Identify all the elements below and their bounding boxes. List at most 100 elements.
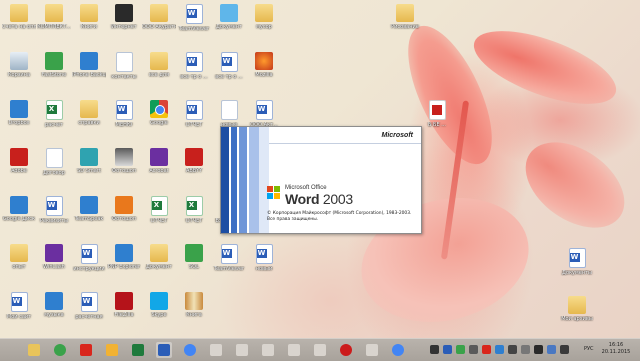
language-indicator[interactable]: РУС [584,346,594,352]
tray-icon[interactable] [560,345,569,354]
desktop-icon[interactable]: Книги [72,4,106,40]
desktop-icon[interactable]: Интернет [107,4,141,40]
desktop-icon[interactable]: Документ [212,4,246,40]
desktop-icon[interactable]: инструкции [72,244,106,280]
desktop-icon[interactable]: Рисование [388,4,422,40]
desktop-icon[interactable]: TeamViewer [177,4,211,40]
desktop-icon[interactable]: SQL [177,244,211,280]
desktop-icon[interactable]: МЕНЮ [107,100,141,136]
desktop-icon-label: Мой сайт [6,314,32,320]
desktop-icon[interactable]: справки [72,100,106,136]
dark-icon [115,4,133,22]
desktop-icon-label: Мои архивы [561,316,593,322]
word-icon [115,100,133,120]
tray-icon[interactable] [534,345,543,354]
desktop-icon[interactable]: музыка [37,292,71,328]
desktop-icon[interactable]: все тр о ... [177,52,211,88]
desktop-icon[interactable]: iPhone Backup [72,52,106,88]
desktop-icon[interactable]: FileZilla [107,292,141,328]
taskbar-button[interactable] [130,342,146,358]
tray-icon[interactable] [482,345,491,354]
tray-icon[interactable] [443,345,452,354]
taskbar-button[interactable] [234,342,250,358]
desktop-icon[interactable]: расчетная [72,292,106,328]
taskbar-button[interactable] [208,342,224,358]
taskbar-button[interactable] [78,342,94,358]
taskbar-button[interactable] [182,342,198,358]
desktop-icon[interactable]: FastStone [37,52,71,88]
desktop-icon[interactable]: Книга [177,292,211,328]
desktop-icon[interactable]: Adobe [2,148,36,184]
desktop-icon[interactable]: ОТЧЕТ [177,196,211,232]
desktop-icon[interactable]: все для [142,52,176,88]
desktop-icon[interactable]: мусор [247,4,281,40]
doc-icon [220,100,238,120]
desktop-icon[interactable]: расчет [37,100,71,136]
taskbar-button[interactable] [52,342,68,358]
tray-icon[interactable] [508,345,517,354]
folder-icon [10,244,28,262]
word-icon [568,248,586,268]
desktop-icon[interactable]: Мои архивы [560,296,594,332]
tray-icon[interactable] [469,345,478,354]
desktop-icon[interactable]: ООО Акуратные [142,4,176,40]
desktop-icon-label: ОТЧЕТ [185,218,203,224]
taskbar-button[interactable] [260,342,276,358]
desktop-icon[interactable]: ОТЧЕТ [177,100,211,136]
taskbar-clock[interactable]: 16:16 20.11.2015 [596,342,636,356]
desktop-icon[interactable]: Google [142,100,176,136]
desktop-icon-label: Корзина [7,72,31,78]
desktop-icon[interactable]: PNP Explorer [107,244,141,280]
desktop-icon[interactable]: Фотошоп [107,148,141,184]
desktop-icon[interactable]: Счета на оплату [2,4,36,40]
desktop-icon[interactable]: Корзина [2,52,36,88]
desktop-icon[interactable]: ABBYY [177,148,211,184]
desktop-icon[interactable]: Acrobat [142,148,176,184]
desktop-icon[interactable]: опыт [2,244,36,280]
taskbar-button[interactable] [26,342,42,358]
taskbar-button[interactable] [338,342,354,358]
taskbar-button[interactable] [390,342,406,358]
desktop-icon-label: Счета на оплату [2,24,36,30]
desktop-icon[interactable]: все тр о ... [212,52,246,88]
desktop-icon[interactable]: контакты [107,52,141,88]
desktop-icon[interactable]: ОТЧЕТ [142,196,176,232]
desktop-icon[interactable]: КОМПЛЕКТ... [37,4,71,40]
taskbar-button[interactable] [104,342,120,358]
desktop-icon[interactable]: WinCash [37,244,71,280]
desktop-icon-label: КОМПЛЕКТ... [37,24,71,30]
word-splash-screen: Microsoft Microsoft Office Word 2003 © К… [220,126,422,234]
desktop-icon[interactable]: TeamSpeak [72,196,106,232]
taskbar-button[interactable] [156,342,172,358]
pen-icon [115,148,133,166]
desktop-icon-label: Acrobat [149,168,169,174]
desktop-icon[interactable]: новый [247,244,281,280]
desktop-icon[interactable]: Фотошоп [107,196,141,232]
desktop-icon-label: WinCash [43,264,65,270]
desktop-icon[interactable]: Мой сайт [2,292,36,328]
taskbar-button[interactable] [286,342,302,358]
tray-icon[interactable] [521,345,530,354]
desktop-icon[interactable]: Mozilla [247,52,281,88]
task-icon [236,344,248,356]
desktop-icon[interactable]: Договор [37,148,71,184]
desktop-icon[interactable]: Документы [560,248,594,284]
taskbar-button[interactable] [312,342,328,358]
file-explorer-icon [28,344,40,356]
desktop-icon[interactable]: TeamViewer [212,244,246,280]
lightblue-icon [220,4,238,22]
desktop-icon[interactable]: Dropbox [2,100,36,136]
tray-icon[interactable] [430,345,439,354]
desktop-icon[interactable]: Б БЕ ... [420,100,454,136]
excel-icon [45,100,63,120]
desktop-icon[interactable]: Документ [142,244,176,280]
taskbar-button[interactable] [364,342,380,358]
desktop-icon[interactable]: Skype [142,292,176,328]
taskbar: РУС 16:16 20.11.2015 [0,338,640,361]
desktop-icon[interactable]: Google Диск [2,196,36,232]
tray-icon[interactable] [456,345,465,354]
desktop-icon[interactable]: Реквизиты [37,196,71,232]
tray-icon[interactable] [547,345,556,354]
desktop-icon[interactable]: SD Smart [72,148,106,184]
tray-icon[interactable] [495,345,504,354]
